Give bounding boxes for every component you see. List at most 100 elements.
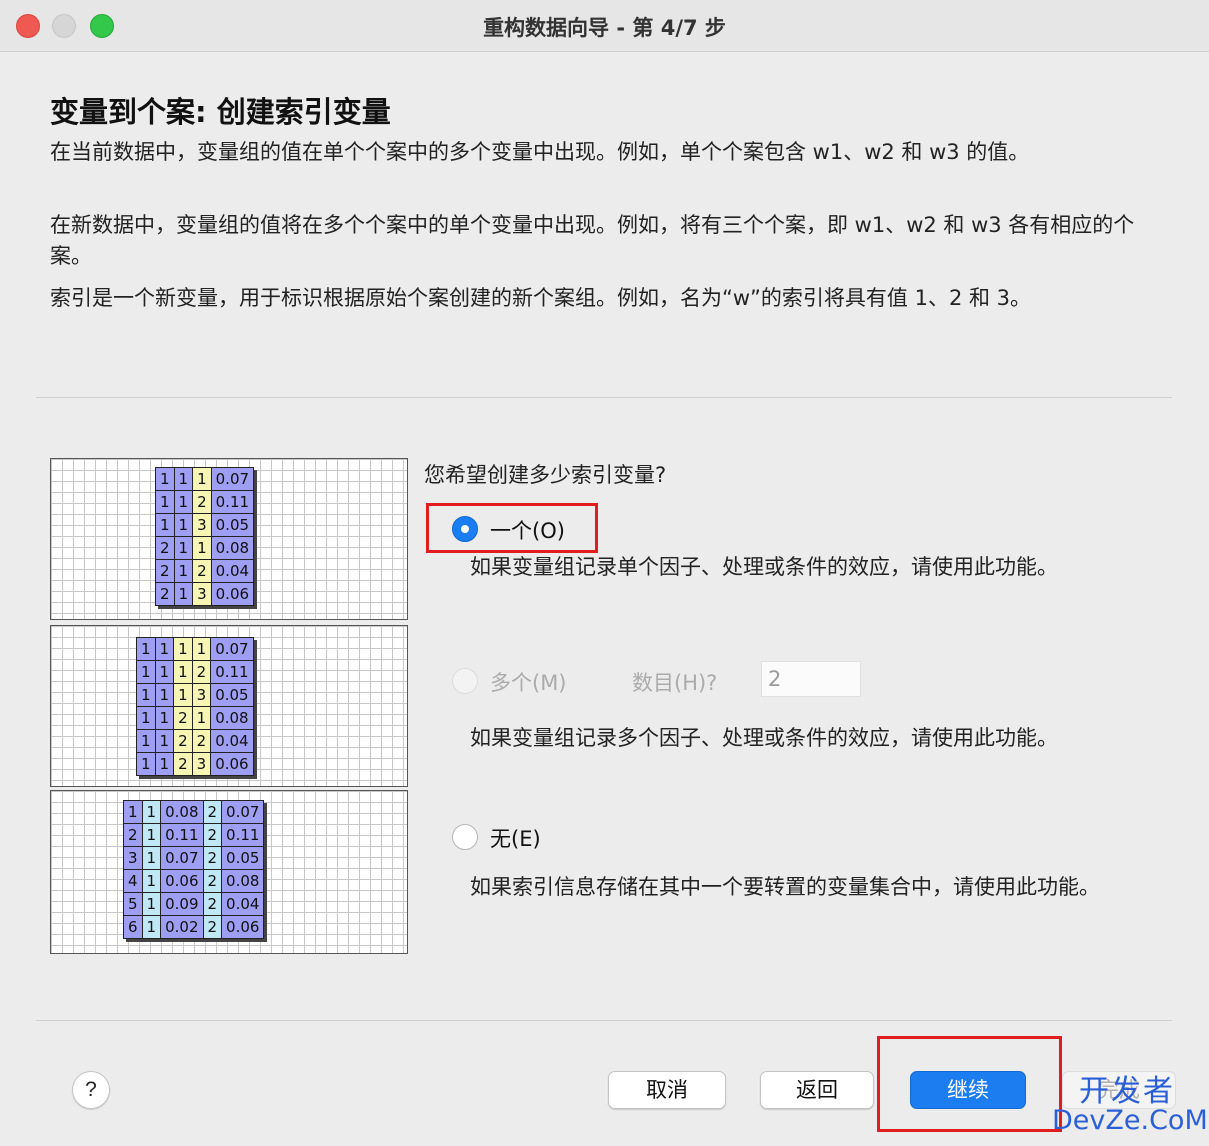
grid-cell: 0.11 — [160, 823, 204, 847]
grid-cell: 2 — [192, 490, 212, 514]
grid-cell: 1 — [136, 752, 156, 776]
grid-cell: 0.11 — [221, 823, 265, 847]
grid-row: 1 1 3 0.05 — [155, 513, 255, 537]
index-count-input[interactable] — [761, 661, 861, 697]
grid-cell: 0.05 — [221, 846, 265, 870]
option-multiple-description: 如果变量组记录多个因子、处理或条件的效应，请使用此功能。 — [470, 726, 1058, 750]
grid-cell: 1 — [173, 536, 194, 560]
grid-cell: 0.08 — [210, 706, 254, 730]
description-new-data: 在新数据中，变量组的值将在多个个案中的单个变量中出现。例如，将有三个个案，即 w… — [50, 213, 1135, 268]
grid-cell: 1 — [192, 467, 212, 491]
grid-cell: 0.07 — [210, 637, 254, 661]
data-grid-one-index: 1 1 1 0.07 1 1 2 0.11 1 1 3 0.05 2 1 1 0.08 2 1 2 0.04 2 1 3 0.… — [155, 467, 255, 606]
grid-row: 1 1 2 1 0.08 — [136, 706, 254, 730]
grid-row: 6 1 0.02 2 0.06 — [123, 915, 265, 939]
grid-cell: 0.06 — [221, 915, 265, 939]
grid-cell: 0.02 — [160, 915, 204, 939]
grid-cell: 0.07 — [221, 800, 265, 824]
grid-cell: 1 — [155, 467, 175, 491]
grid-cell: 1 — [141, 800, 162, 824]
option-multiple-label[interactable]: 多个(M) — [490, 667, 567, 697]
grid-cell: 1 — [136, 660, 156, 684]
grid-cell: 1 — [141, 846, 162, 870]
grid-cell: 3 — [192, 513, 212, 537]
grid-row: 4 1 0.06 2 0.08 — [123, 869, 265, 893]
illustration-multiple-index: 1 1 1 1 0.07 1 1 1 2 0.11 1 1 1 3 0.05 1 1 2 1 0.08 1 1 2 2 0.04… — [50, 625, 408, 787]
grid-cell: 1 — [173, 490, 194, 514]
grid-cell: 1 — [123, 800, 143, 824]
grid-cell: 2 — [191, 660, 212, 684]
grid-cell: 2 — [202, 892, 223, 916]
highlight-box-one-option — [426, 503, 598, 553]
title-bar: 重构数据向导 - 第 4/7 步 — [0, 0, 1209, 52]
description-current-data: 在当前数据中，变量组的值在单个个案中的多个变量中出现。例如，单个个案包含 w1、… — [50, 140, 1030, 164]
grid-cell: 2 — [173, 706, 193, 730]
grid-cell: 2 — [191, 729, 212, 753]
watermark-top: 开发者 — [1079, 1074, 1175, 1109]
grid-cell: 0.06 — [210, 582, 255, 606]
grid-cell: 3 — [123, 846, 143, 870]
grid-cell: 3 — [191, 683, 212, 707]
grid-cell: 1 — [155, 513, 175, 537]
grid-row: 1 1 0.08 2 0.07 — [123, 800, 265, 824]
grid-cell: 0.04 — [210, 729, 254, 753]
help-button[interactable]: ? — [72, 1071, 110, 1109]
grid-cell: 4 — [123, 869, 143, 893]
grid-cell: 0.08 — [221, 869, 265, 893]
grid-cell: 1 — [136, 683, 156, 707]
grid-cell: 0.09 — [160, 892, 204, 916]
grid-cell: 0.06 — [160, 869, 204, 893]
grid-cell: 3 — [191, 752, 212, 776]
cancel-button[interactable]: 取消 — [608, 1071, 726, 1109]
illustration-one-index: 1 1 1 0.07 1 1 2 0.11 1 1 3 0.05 2 1 1 0.08 2 1 2 0.04 2 1 3 0.… — [50, 458, 408, 620]
grid-cell: 2 — [123, 823, 143, 847]
option-none-description: 如果索引信息存储在其中一个要转置的变量集合中，请使用此功能。 — [470, 875, 1100, 899]
grid-cell: 1 — [136, 706, 156, 730]
grid-cell: 3 — [192, 582, 212, 606]
grid-cell: 0.11 — [210, 490, 255, 514]
grid-cell: 2 — [155, 582, 175, 606]
grid-cell: 2 — [202, 846, 223, 870]
grid-row: 2 1 1 0.08 — [155, 536, 255, 560]
data-grid-multiple-index: 1 1 1 1 0.07 1 1 1 2 0.11 1 1 1 3 0.05 1 1 2 1 0.08 1 1 2 2 0.04… — [136, 637, 254, 776]
option-none-label[interactable]: 无(E) — [490, 823, 541, 853]
radio-multiple-index[interactable] — [452, 668, 478, 694]
grid-cell: 2 — [155, 536, 175, 560]
grid-cell: 0.05 — [210, 683, 254, 707]
grid-row: 1 1 1 1 0.07 — [136, 637, 254, 661]
page-heading: 变量到个案: 创建索引变量 — [50, 95, 391, 129]
grid-row: 3 1 0.07 2 0.05 — [123, 846, 265, 870]
grid-cell: 1 — [154, 706, 175, 730]
option-one-description: 如果变量组记录单个因子、处理或条件的效应，请使用此功能。 — [470, 555, 1058, 579]
grid-cell: 2 — [173, 752, 193, 776]
grid-cell: 1 — [191, 637, 212, 661]
grid-cell: 1 — [141, 869, 162, 893]
grid-cell: 1 — [154, 660, 175, 684]
grid-cell: 1 — [173, 467, 194, 491]
grid-cell: 1 — [173, 660, 193, 684]
grid-cell: 0.04 — [221, 892, 265, 916]
grid-cell: 1 — [191, 706, 212, 730]
index-count-question: 您希望创建多少索引变量? — [424, 463, 667, 487]
grid-row: 2 1 0.11 2 0.11 — [123, 823, 265, 847]
grid-cell: 1 — [141, 892, 162, 916]
grid-cell: 0.07 — [210, 467, 255, 491]
grid-cell: 2 — [192, 559, 212, 583]
grid-row: 2 1 2 0.04 — [155, 559, 255, 583]
grid-row: 1 1 1 2 0.11 — [136, 660, 254, 684]
top-divider — [36, 397, 1172, 398]
grid-cell: 0.08 — [160, 800, 204, 824]
grid-cell: 1 — [173, 582, 194, 606]
radio-no-index[interactable] — [452, 824, 478, 850]
grid-cell: 1 — [154, 637, 175, 661]
data-grid-no-index: 1 1 0.08 2 0.07 2 1 0.11 2 0.11 3 1 0.07 2 0.05 4 1 0.06 2… — [123, 800, 265, 939]
grid-cell: 1 — [154, 683, 175, 707]
grid-row: 2 1 3 0.06 — [155, 582, 255, 606]
grid-cell: 1 — [154, 729, 175, 753]
back-button[interactable]: 返回 — [760, 1071, 874, 1109]
grid-cell: 1 — [136, 637, 156, 661]
grid-cell: 1 — [173, 637, 193, 661]
grid-row: 1 1 2 2 0.04 — [136, 729, 254, 753]
window-title: 重构数据向导 - 第 4/7 步 — [483, 16, 726, 40]
grid-cell: 2 — [202, 869, 223, 893]
